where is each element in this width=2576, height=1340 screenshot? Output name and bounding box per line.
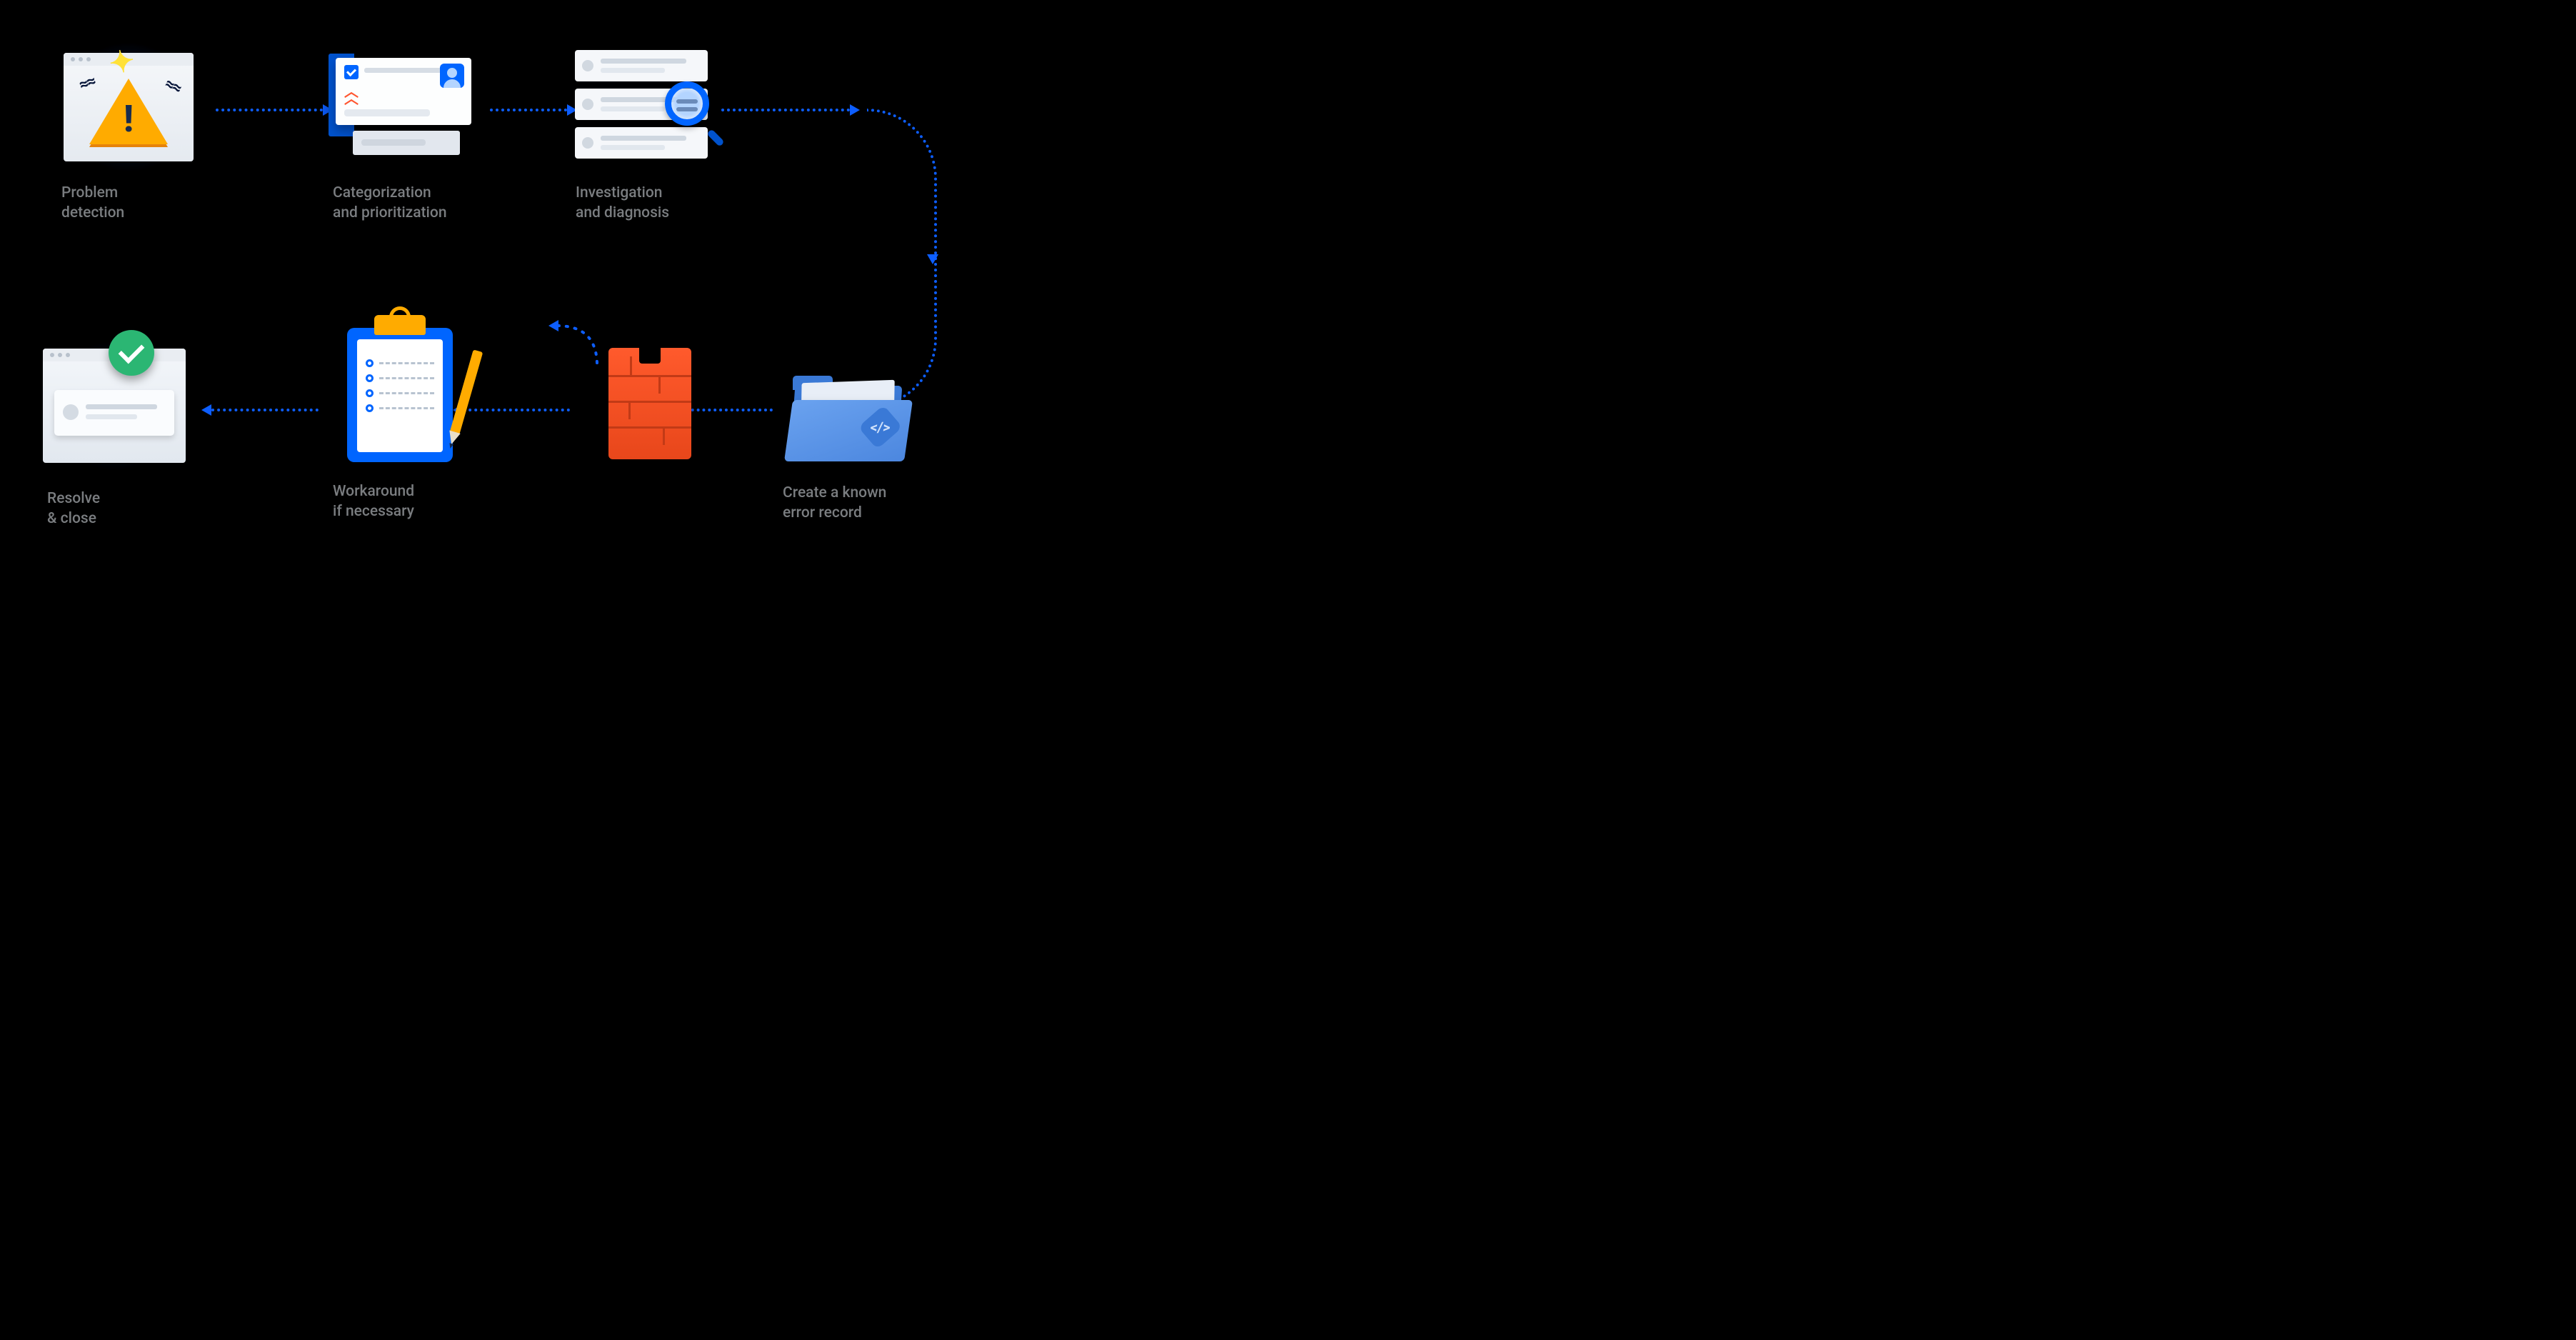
flow-arrow (216, 109, 323, 111)
code-folder-icon: </> (778, 343, 921, 471)
step-label: Create a known error record (783, 483, 886, 524)
cards-icon: ︿︿ (329, 54, 471, 161)
step-label: Investigation and diagnosis (576, 183, 669, 224)
check-icon (109, 330, 154, 376)
step-categorization: ︿︿ Categorization and prioritization (329, 43, 471, 224)
step-label: Problem detection (61, 183, 124, 224)
step-label: Resolve & close (47, 489, 100, 529)
flow-arrow (463, 409, 570, 411)
checkmark-window-icon (43, 349, 186, 463)
step-problem-detection: ✦ ≈≈ ≈≈ Problem detection (57, 43, 200, 224)
flow-arrow (490, 109, 567, 111)
step-investigation: Investigation and diagnosis (571, 43, 714, 224)
step-error-record: </> Create a known error record (778, 343, 921, 524)
step-label: Workaround if necessary (333, 481, 414, 522)
step-resolve-close: Resolve & close (43, 334, 186, 529)
clipboard-pencil-icon (347, 328, 453, 462)
flow-arrow (211, 409, 319, 411)
step-workaround: Workaround if necessary (329, 320, 471, 522)
step-wall-obstacle (578, 343, 721, 464)
brick-wall-icon (608, 348, 691, 459)
flow-hop (556, 323, 598, 366)
warning-window-icon: ✦ ≈≈ ≈≈ (64, 53, 194, 161)
step-label: Categorization and prioritization (333, 183, 447, 224)
magnifier-list-icon (575, 50, 711, 164)
flow-arrow (721, 109, 850, 111)
